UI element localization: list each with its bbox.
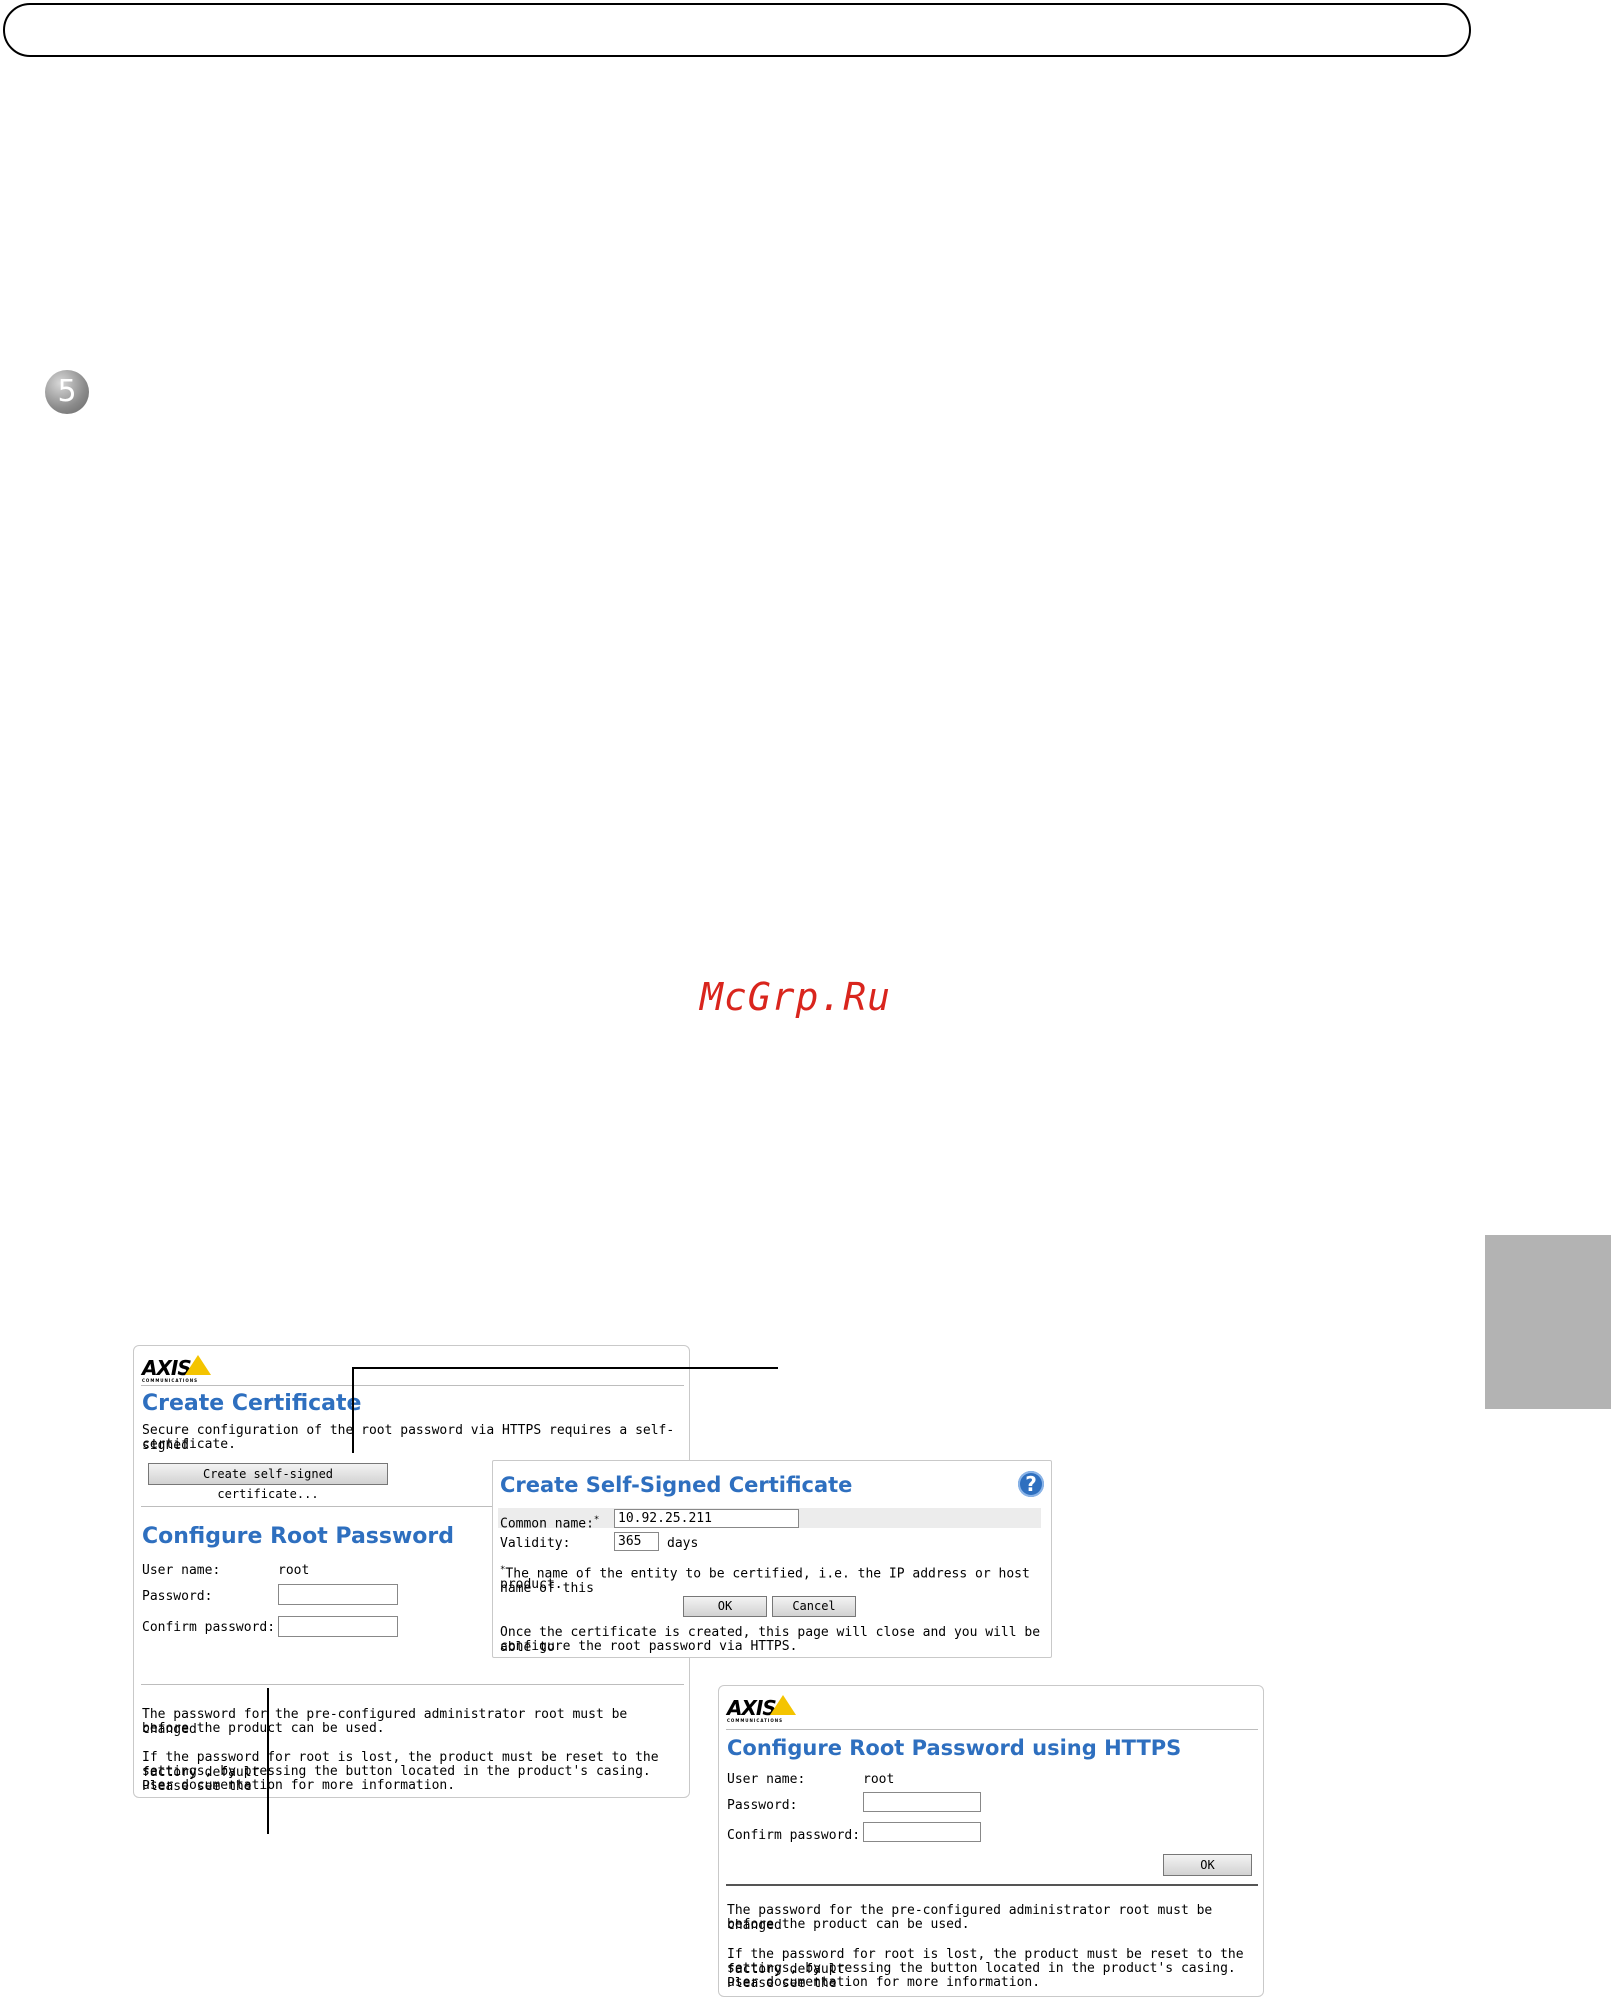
callout-line-horizontal xyxy=(352,1367,778,1369)
username-value: root xyxy=(278,1563,310,1578)
username-value: root xyxy=(863,1772,895,1787)
reset-note-line3: user documentation for more information. xyxy=(142,1778,456,1793)
footnote-line1-text: The name of the entity to be certified, … xyxy=(500,1566,1030,1597)
password-note-line2: before the product can be used. xyxy=(727,1917,970,1932)
axis-logo-triangle-icon xyxy=(184,1355,211,1375)
validity-unit: days xyxy=(667,1536,699,1551)
footnote-line2: product. xyxy=(500,1577,563,1592)
common-name-input[interactable]: 10.92.25.211 xyxy=(614,1509,799,1528)
notes-separator xyxy=(726,1884,1258,1886)
callout-line-vertical-bottom xyxy=(267,1688,269,1834)
info-line2: configure the root password via HTTPS. xyxy=(500,1639,798,1654)
notes-separator xyxy=(141,1684,684,1685)
axis-logo-triangle-icon xyxy=(769,1695,796,1715)
self-signed-certificate-title: Create Self-Signed Certificate xyxy=(500,1473,853,1497)
logo-separator xyxy=(726,1729,1258,1730)
ok-button[interactable]: OK xyxy=(683,1596,767,1617)
side-tab xyxy=(1485,1235,1611,1409)
cancel-button[interactable]: Cancel xyxy=(772,1596,856,1617)
reset-note-line3: user documentation for more information. xyxy=(727,1975,1041,1990)
validity-label: Validity: xyxy=(500,1536,571,1551)
validity-input[interactable]: 365 xyxy=(614,1532,659,1551)
axis-logo: AXIS COMMUNICATIONS xyxy=(142,1355,211,1384)
header-bar xyxy=(3,3,1471,57)
logo-separator xyxy=(141,1385,684,1386)
username-label: User name: xyxy=(727,1772,806,1787)
create-certificate-title: Create Certificate xyxy=(142,1391,362,1416)
confirm-password-input[interactable] xyxy=(278,1616,398,1637)
https-root-password-title: Configure Root Password using HTTPS xyxy=(727,1736,1182,1760)
certificate-description-line2: certificate. xyxy=(142,1437,236,1452)
password-label: Password: xyxy=(142,1589,213,1604)
create-self-signed-certificate-button[interactable]: Create self-signed certificate... xyxy=(148,1463,388,1501)
password-note-line2: before the product can be used. xyxy=(142,1721,385,1736)
ok-button[interactable]: OK xyxy=(1163,1854,1252,1876)
axis-logo-subtext: COMMUNICATIONS xyxy=(142,1378,198,1383)
configure-root-password-title: Configure Root Password xyxy=(142,1524,455,1549)
password-input[interactable] xyxy=(278,1584,398,1605)
axis-logo-subtext: COMMUNICATIONS xyxy=(727,1718,783,1723)
axis-logo-text: AXIS xyxy=(142,1356,192,1380)
confirm-password-input[interactable] xyxy=(863,1822,981,1842)
password-label: Password: xyxy=(727,1798,798,1813)
username-label: User name: xyxy=(142,1563,221,1578)
help-icon[interactable]: ? xyxy=(1018,1471,1044,1497)
step-number-badge: 5 xyxy=(45,370,89,414)
watermark-text: McGrp.Ru xyxy=(700,975,892,1019)
footnote-line1: *The name of the entity to be certified,… xyxy=(500,1563,1051,1596)
self-signed-certificate-panel: Create Self-Signed Certificate ? Common … xyxy=(492,1460,1052,1658)
https-root-password-panel: AXIS COMMUNICATIONS Configure Root Passw… xyxy=(718,1685,1264,1997)
confirm-password-label: Confirm password: xyxy=(142,1620,276,1635)
callout-line-vertical-top xyxy=(352,1367,354,1453)
axis-logo-text: AXIS xyxy=(727,1696,777,1720)
common-name-label-text: Common name: xyxy=(500,1516,594,1532)
common-name-label: Common name:* xyxy=(500,1513,599,1531)
confirm-password-label: Confirm password: xyxy=(727,1828,861,1843)
password-input[interactable] xyxy=(863,1792,981,1812)
axis-logo: AXIS COMMUNICATIONS xyxy=(727,1695,796,1724)
required-marker: * xyxy=(593,1515,600,1525)
